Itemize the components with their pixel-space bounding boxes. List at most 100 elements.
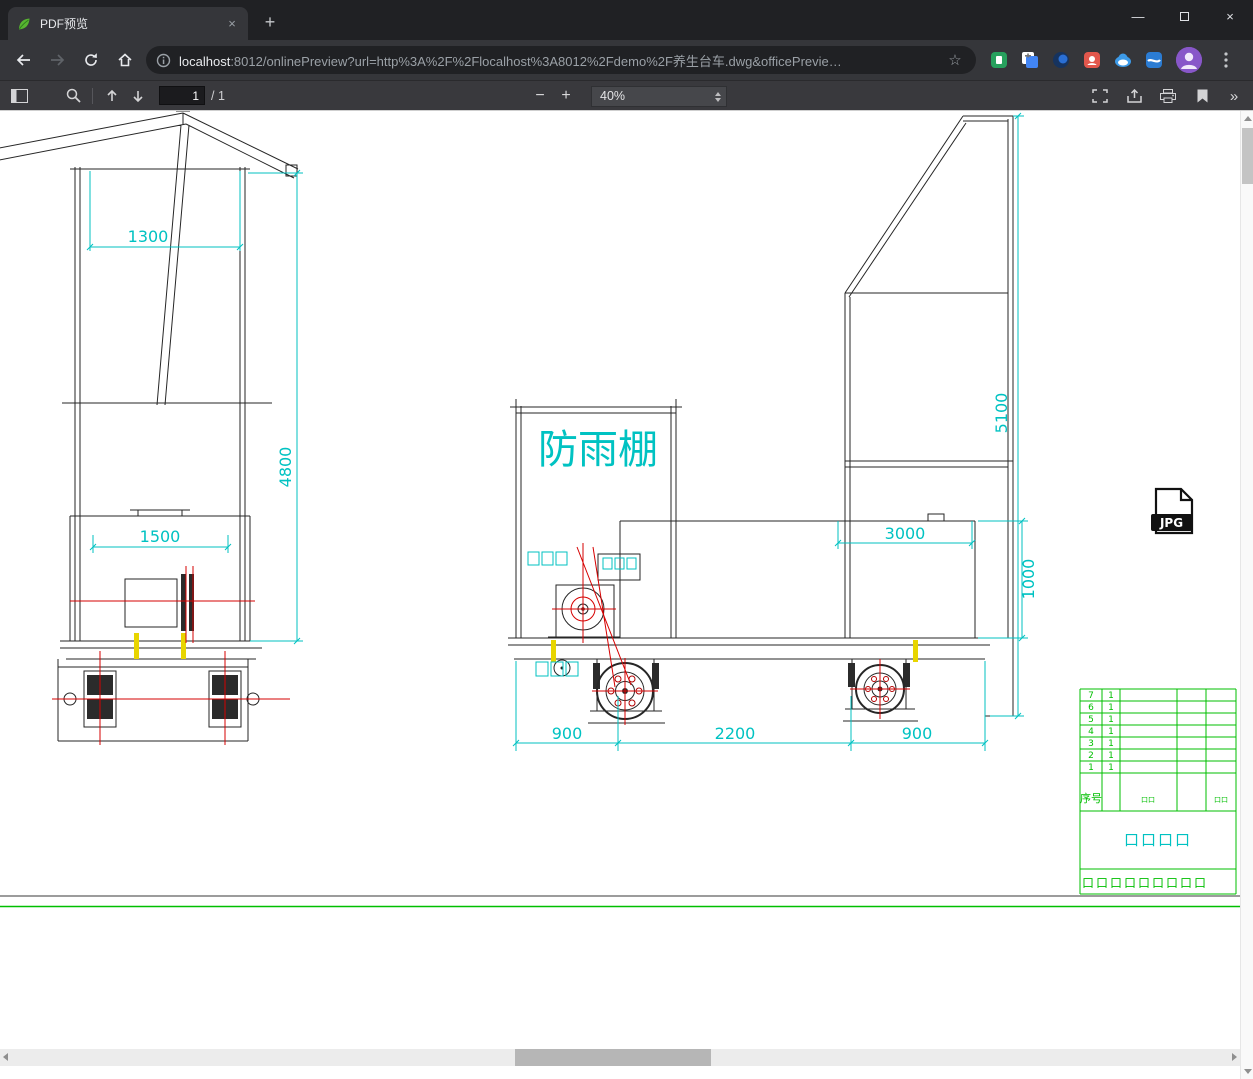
sidebar-toggle-icon [10, 88, 28, 103]
title-bar: PDF预览 × + — × [0, 0, 1253, 40]
tb-row-number: 5 [1088, 715, 1094, 725]
side-view: 防雨棚 5100 3000 1000 900 2200 900 [508, 112, 1038, 751]
bookmark-button[interactable] [1189, 84, 1215, 108]
extensions-area [980, 46, 1247, 74]
jpg-file-icon: JPG [1151, 487, 1194, 535]
extension-icon-3[interactable] [1083, 51, 1101, 69]
sidebar-toggle-button[interactable] [6, 84, 32, 108]
print-button[interactable] [1155, 84, 1181, 108]
back-button[interactable] [8, 45, 38, 75]
maximize-button[interactable] [1161, 0, 1207, 33]
dim-body-height: 1000 [1019, 559, 1038, 600]
pdf-toolbar: / 1 − + 40% » [0, 80, 1253, 110]
dim-span-right: 900 [902, 724, 933, 743]
browser-menu-button[interactable] [1215, 46, 1237, 74]
dim-span-left: 900 [552, 724, 583, 743]
horizontal-scroll-thumb[interactable] [515, 1049, 711, 1066]
extension-icon-4[interactable] [1145, 51, 1163, 69]
bookmark-star-icon[interactable]: ☆ [944, 51, 966, 69]
bookmark-icon [1197, 89, 1207, 103]
extension-icon-translate[interactable] [1021, 51, 1039, 69]
extension-icon-2[interactable] [1052, 51, 1070, 69]
search-icon [66, 88, 81, 103]
dim-cabin-width: 1500 [140, 527, 181, 546]
tb-row-number: 7 [1088, 691, 1094, 701]
horizontal-scrollbar[interactable] [0, 1049, 1240, 1066]
minimize-button[interactable]: — [1115, 0, 1161, 33]
jpg-label: JPG [1159, 516, 1183, 530]
new-tab-button[interactable]: + [256, 8, 284, 36]
next-page-button[interactable] [125, 84, 151, 108]
zoom-in-button[interactable]: + [553, 84, 579, 108]
browser-window: PDF预览 × + — × localhost:8012/onlinePrevi… [0, 0, 1253, 1079]
tb-footer-text: 口口口口口口口口口 [1082, 876, 1208, 890]
url-host: localhost [179, 53, 231, 69]
forward-icon [50, 54, 64, 66]
extension-icon-1[interactable] [990, 51, 1008, 69]
tb-row-number: 1 [1088, 763, 1094, 773]
scroll-up-icon[interactable] [1241, 111, 1253, 126]
profile-avatar[interactable] [1176, 47, 1202, 73]
tb-row-qty: 1 [1108, 763, 1114, 773]
pdf-toolbar-right: » [1087, 81, 1245, 111]
tb-header-seq: 序号 [1080, 791, 1102, 805]
tb-header-note: 口口 [1214, 796, 1228, 804]
tb-row-qty: 1 [1108, 739, 1114, 749]
toolbar-divider [92, 87, 93, 104]
tb-row-qty: 1 [1108, 691, 1114, 701]
home-button[interactable] [110, 45, 140, 75]
scroll-right-icon[interactable] [1232, 1053, 1237, 1061]
rain-shelter-label: 防雨棚 [538, 427, 658, 473]
sheet-border [0, 895, 1240, 908]
tb-row-number: 4 [1088, 727, 1094, 737]
navigation-bar: localhost:8012/onlinePreview?url=http%3A… [0, 40, 1253, 80]
dim-front-width: 1300 [128, 227, 169, 246]
scroll-down-icon[interactable] [1241, 1064, 1253, 1079]
page-number-input[interactable] [159, 86, 205, 105]
dim-side-height: 5100 [992, 393, 1011, 434]
kebab-menu-icon [1224, 52, 1228, 68]
address-bar[interactable]: localhost:8012/onlinePreview?url=http%3A… [146, 46, 976, 74]
tab-close-icon[interactable]: × [224, 16, 240, 32]
tab-favicon-leaf-icon [19, 18, 30, 29]
browser-tab[interactable]: PDF预览 × [8, 7, 248, 40]
site-info-icon [156, 53, 171, 67]
tb-row-qty: 1 [1108, 751, 1114, 761]
extension-icon-cloud[interactable] [1114, 51, 1132, 69]
open-file-button[interactable] [1121, 84, 1147, 108]
dim-span-middle: 2200 [715, 724, 756, 743]
tb-company-name: 口口口口 [1124, 831, 1192, 849]
back-icon [16, 54, 30, 66]
zoom-level-select[interactable]: 40% [591, 85, 727, 107]
vertical-scrollbar[interactable] [1240, 111, 1253, 1079]
tb-row-number: 6 [1088, 703, 1094, 713]
title-block: 7 6 5 4 3 2 1 1 1 1 1 1 1 1 序号 口口 口口 口口口… [1079, 688, 1237, 895]
tb-row-qty: 1 [1108, 727, 1114, 737]
tb-row-number: 2 [1088, 751, 1094, 761]
zoom-out-button[interactable]: − [527, 84, 553, 108]
home-icon [118, 53, 132, 67]
zoom-controls: − + 40% [527, 81, 727, 111]
arrow-up-icon [107, 89, 117, 101]
previous-page-button[interactable] [99, 84, 125, 108]
tb-row-qty: 1 [1108, 715, 1114, 725]
vertical-scroll-thumb[interactable] [1242, 128, 1253, 184]
print-icon [1160, 89, 1176, 103]
url-path: :8012/onlinePreview?url=http%3A%2F%2Floc… [230, 53, 842, 69]
presentation-mode-button[interactable] [1087, 84, 1113, 108]
close-button[interactable]: × [1207, 0, 1253, 33]
dim-body-length: 3000 [885, 524, 926, 543]
zoom-level-value: 40% [600, 89, 626, 103]
scroll-left-icon[interactable] [3, 1053, 8, 1061]
find-button[interactable] [60, 84, 86, 108]
more-tools-button[interactable]: » [1223, 88, 1245, 105]
arrow-down-icon [133, 90, 143, 102]
avatar-person-icon [1176, 47, 1202, 73]
tb-row-qty: 1 [1108, 703, 1114, 713]
open-file-icon [1126, 89, 1142, 103]
reload-button[interactable] [76, 45, 106, 75]
forward-button[interactable] [42, 45, 72, 75]
tb-header-name: 口口 [1141, 796, 1155, 804]
presentation-mode-icon [1092, 89, 1108, 103]
dim-front-height: 4800 [276, 447, 295, 488]
